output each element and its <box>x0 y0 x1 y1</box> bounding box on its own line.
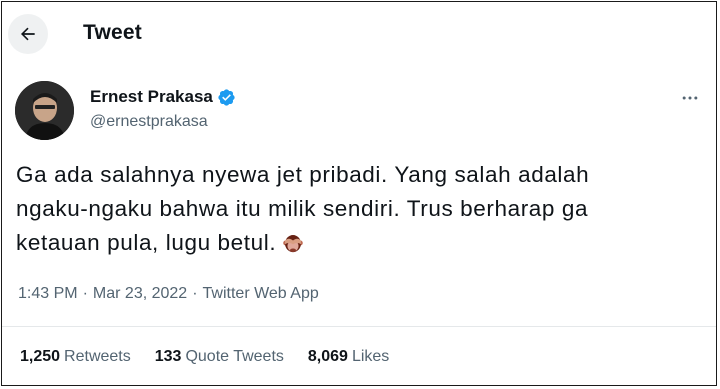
quote-tweets-count: 133 <box>154 348 182 365</box>
tweet-line-last: ketauan pula, lugu betul. <box>16 226 706 260</box>
retweets-count: 1,250 <box>20 348 61 365</box>
see-no-evil-monkey-icon <box>283 235 303 253</box>
tweet-line: ngaku-ngaku bahwa itu milik sendiri. Tru… <box>16 196 589 221</box>
divider <box>2 326 716 327</box>
quote-tweets-stat[interactable]: 133 Quote Tweets <box>155 348 284 366</box>
page-title: Tweet <box>83 21 142 44</box>
verified-badge-icon <box>218 88 235 106</box>
author-name-row[interactable]: Ernest Prakasa <box>90 87 236 107</box>
tweet-source[interactable]: Twitter Web App <box>203 285 319 302</box>
tweet-stats: 1,250 Retweets 133 Quote Tweets 8,069 Likes <box>20 348 413 366</box>
more-horizontal-icon <box>682 96 698 100</box>
avatar[interactable] <box>15 81 74 140</box>
header: Tweet <box>2 2 716 66</box>
author-handle[interactable]: @ernestprakasa <box>90 113 208 131</box>
tweet-date[interactable]: Mar 23, 2022 <box>93 285 187 302</box>
meta-separator: · <box>192 285 198 302</box>
likes-label: Likes <box>351 348 390 365</box>
author-name[interactable]: Ernest Prakasa <box>90 87 213 107</box>
quote-tweets-label: Quote Tweets <box>185 348 284 365</box>
meta-separator: · <box>82 285 88 302</box>
tweet-line: ketauan pula, lugu betul. <box>16 230 277 255</box>
arrow-left-icon <box>21 27 35 41</box>
tweet-meta: 1:43 PM · Mar 23, 2022 · Twitter Web App <box>18 285 319 303</box>
avatar-image <box>15 81 74 140</box>
back-button[interactable] <box>8 14 48 54</box>
tweet-line: Ga ada salahnya nyewa jet pribadi. Yang … <box>16 162 590 187</box>
retweets-stat[interactable]: 1,250 Retweets <box>20 348 131 366</box>
tweet-text: Ga ada salahnya nyewa jet pribadi. Yang … <box>16 158 706 260</box>
tweet-time[interactable]: 1:43 PM <box>18 285 78 302</box>
retweets-label: Retweets <box>64 348 131 365</box>
likes-count: 8,069 <box>307 348 348 365</box>
more-options-button[interactable] <box>678 86 702 110</box>
likes-stat[interactable]: 8,069 Likes <box>308 348 389 366</box>
tweet-window: Tweet Ernest Prakasa @ernestprakasa Ga a… <box>1 1 717 386</box>
